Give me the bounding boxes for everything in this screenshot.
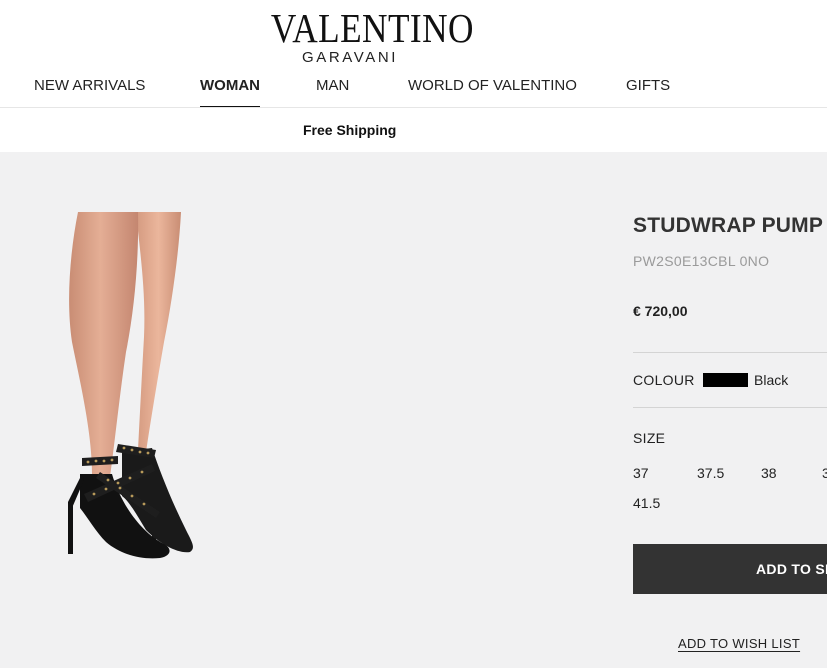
divider (633, 407, 827, 408)
free-shipping-banner[interactable]: Free Shipping (303, 122, 396, 138)
colour-value: Black (754, 372, 789, 388)
product-price: € 720,00 (633, 303, 688, 319)
brand-name: VALENTINO (270, 5, 474, 51)
add-to-wish-list-link[interactable]: ADD TO WISH LIST (678, 636, 800, 651)
product-sku: PW2S0E13CBL 0NO (633, 253, 770, 269)
nav-item-new-arrivals[interactable]: NEW ARRIVALS (34, 76, 145, 96)
product-image[interactable] (60, 212, 205, 562)
brand-sub: GARAVANI (301, 49, 399, 66)
size-label: SIZE (633, 430, 666, 446)
size-option-partial[interactable]: 3 (822, 465, 827, 481)
product-section: STUDWRAP PUMP PW2S0E13CBL 0NO € 720,00 C… (0, 152, 827, 668)
nav-item-woman[interactable]: WOMAN (200, 76, 260, 108)
nav-item-world-of-valentino[interactable]: WORLD OF VALENTINO (408, 76, 577, 96)
main-nav: NEW ARRIVALS WOMAN MAN WORLD OF VALENTIN… (0, 76, 827, 108)
colour-label: COLOUR (633, 372, 695, 388)
nav-item-man[interactable]: MAN (316, 76, 349, 96)
size-option-37-5[interactable]: 37.5 (697, 465, 724, 481)
nav-divider (0, 107, 827, 108)
colour-swatch-black[interactable] (703, 373, 748, 387)
size-option-38[interactable]: 38 (761, 465, 777, 481)
brand-logo[interactable]: VALENTINO GARAVANI (258, 5, 474, 66)
add-to-shopping-bag-button[interactable]: ADD TO SH (633, 544, 827, 594)
size-option-41-5[interactable]: 41.5 (633, 495, 660, 511)
product-title: STUDWRAP PUMP (633, 214, 824, 237)
size-option-37[interactable]: 37 (633, 465, 649, 481)
divider (633, 352, 827, 353)
nav-item-gifts[interactable]: GIFTS (626, 76, 670, 96)
